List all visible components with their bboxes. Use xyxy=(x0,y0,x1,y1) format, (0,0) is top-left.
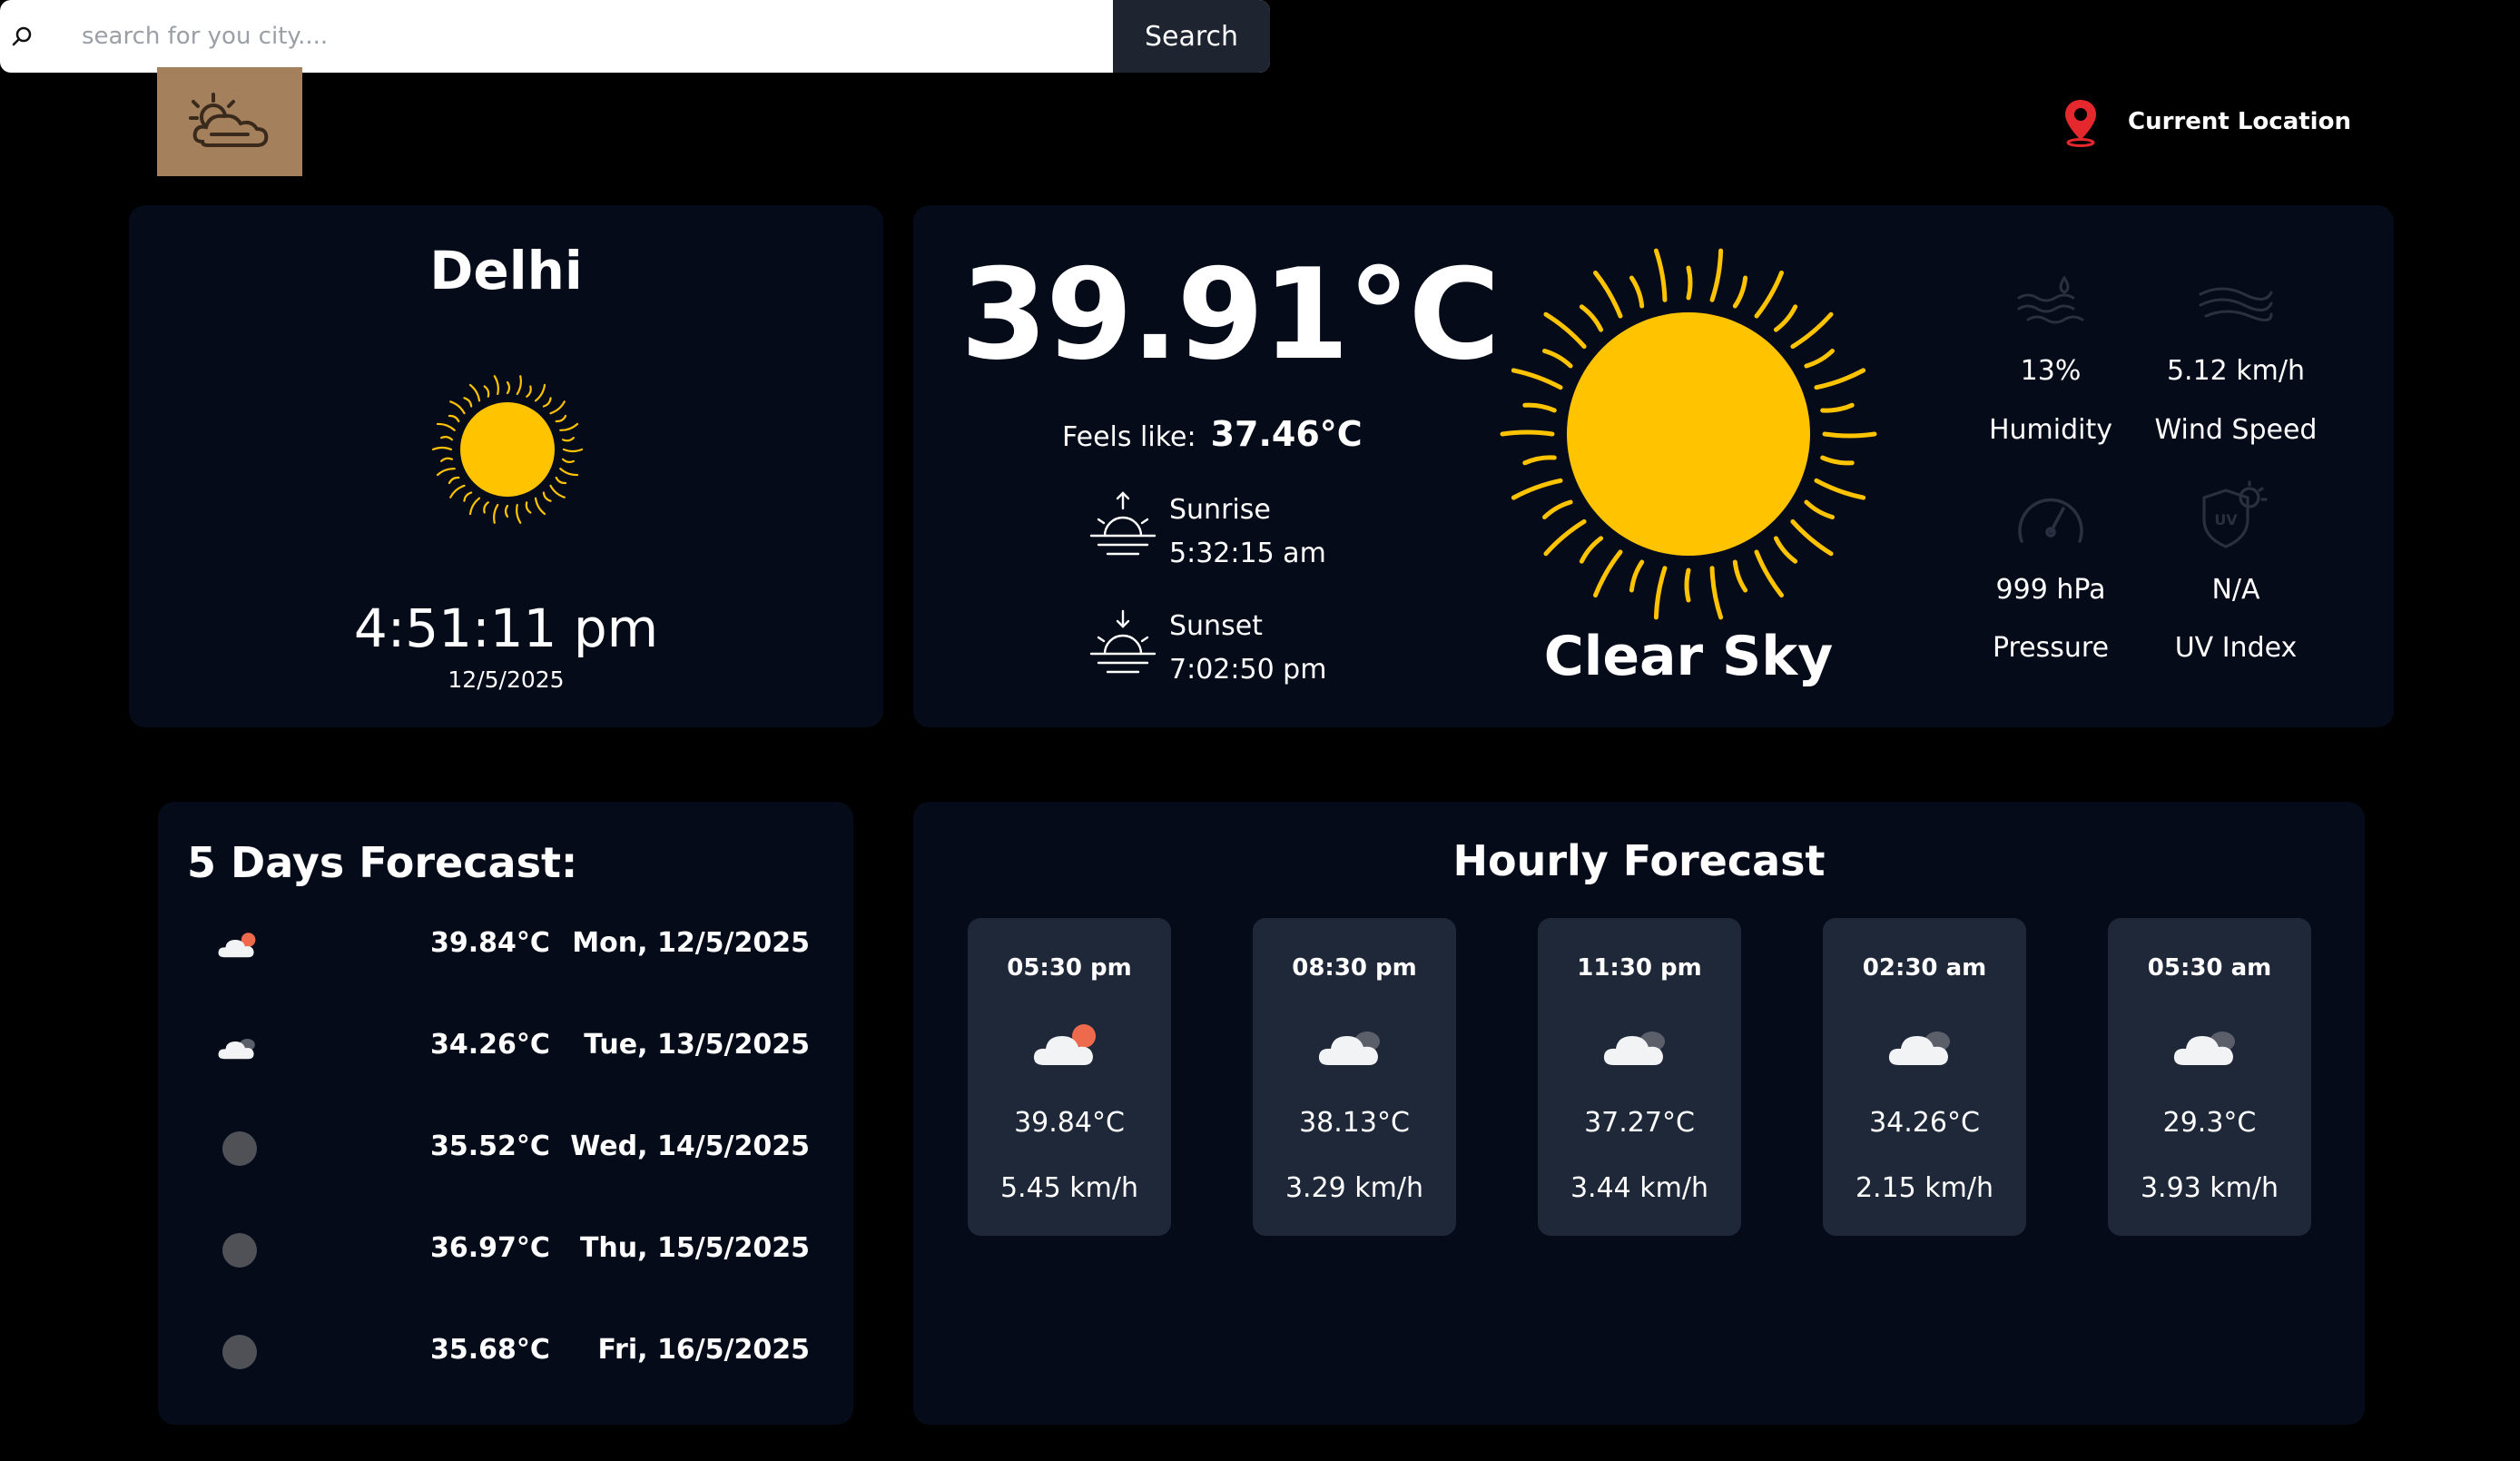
current-location-label: Current Location xyxy=(2128,108,2351,135)
hourly-wind: 5.45 km/h xyxy=(999,1172,1139,1204)
wind-icon xyxy=(2199,287,2273,321)
moon-icon xyxy=(212,1334,267,1370)
cloud-icon xyxy=(1879,1018,1970,1072)
forecast-day-row: 35.68°C Fri, 16/5/2025 xyxy=(158,1325,853,1379)
forecast-day-date: Thu, 15/5/2025 xyxy=(579,1232,810,1264)
sunrise-info: Sunrise 5:32:15 am xyxy=(1169,489,1326,576)
forecast-day-row: 34.26°C Tue, 13/5/2025 xyxy=(158,1020,853,1074)
wind-speed-label: Wind Speed xyxy=(2154,414,2318,446)
humidity-value: 13% xyxy=(2020,355,2082,387)
pressure-label: Pressure xyxy=(1992,632,2110,664)
hourly-forecast-item: 02:30 am 34.26°C 2.15 km/h xyxy=(1823,918,2026,1236)
forecast-day-row: 36.97°C Thu, 15/5/2025 xyxy=(158,1223,853,1278)
cloud-sun-icon xyxy=(1024,1018,1115,1072)
pressure-value: 999 hPa xyxy=(1995,574,2106,606)
cloud-icon xyxy=(1309,1018,1400,1072)
search-icon[interactable] xyxy=(0,0,45,73)
hourly-time: 08:30 pm xyxy=(1292,954,1417,982)
humidity-icon xyxy=(2017,275,2084,324)
uv-index-label: UV Index xyxy=(2174,632,2298,664)
hourly-wind: 3.93 km/h xyxy=(2140,1172,2279,1204)
pressure-gauge-icon xyxy=(2018,498,2083,543)
sunrise-label: Sunrise xyxy=(1169,494,1271,526)
hourly-wind: 2.15 km/h xyxy=(1855,1172,1994,1204)
sunrise-icon xyxy=(1089,491,1157,556)
hourly-temp: 39.84°C xyxy=(1014,1107,1125,1139)
hourly-temp: 34.26°C xyxy=(1869,1107,1980,1139)
feels-like-value: 37.46°C xyxy=(1210,414,1363,454)
local-time: 4:51:11 pm xyxy=(353,597,659,659)
hourly-wind: 3.29 km/h xyxy=(1285,1172,1424,1204)
hourly-time: 05:30 pm xyxy=(1007,954,1132,982)
weather-condition: Clear Sky xyxy=(1543,625,1834,688)
moon-icon xyxy=(212,1232,267,1269)
search-button[interactable]: Search xyxy=(1113,0,1270,73)
cloud-icon xyxy=(2164,1018,2255,1072)
clear-sky-sun-icon xyxy=(1500,248,1877,620)
local-date: 12/5/2025 xyxy=(448,666,565,693)
hourly-forecast-title: Hourly Forecast xyxy=(1452,836,1826,885)
hourly-temp: 38.13°C xyxy=(1299,1107,1410,1139)
feels-like-label: Feels like: xyxy=(1062,421,1196,453)
city-name: Delhi xyxy=(429,240,583,301)
five-day-forecast-card: 5 Days Forecast: 39.84°C Mon, 12/5/2025 34… xyxy=(158,802,853,1425)
sun-icon xyxy=(431,375,584,524)
forecast-day-date: Wed, 14/5/2025 xyxy=(570,1130,810,1162)
sunset-label: Sunset xyxy=(1169,610,1263,642)
search-input[interactable] xyxy=(45,0,1113,73)
hourly-forecast-item: 05:30 am 29.3°C 3.93 km/h xyxy=(2108,918,2311,1236)
forecast-day-date: Tue, 13/5/2025 xyxy=(584,1029,810,1061)
sunset-time: 7:02:50 pm xyxy=(1169,654,1327,686)
hourly-temp: 29.3°C xyxy=(2162,1107,2257,1139)
hourly-time: 05:30 am xyxy=(2147,954,2272,982)
wind-speed-value: 5.12 km/h xyxy=(2166,355,2306,387)
forecast-day-row: 35.52°C Wed, 14/5/2025 xyxy=(158,1121,853,1176)
humidity-label: Humidity xyxy=(1988,414,2113,446)
hourly-forecast-card: Hourly Forecast 05:30 pm 39.84°C 5.45 km/h… xyxy=(913,802,2365,1425)
cloud-sun-logo-icon xyxy=(189,93,269,147)
forecast-day-date: Mon, 12/5/2025 xyxy=(572,927,810,959)
sunrise-time: 5:32:15 am xyxy=(1169,538,1326,569)
cloud-icon xyxy=(212,1029,267,1065)
feels-like: Feels like: 37.46°C xyxy=(1062,414,1363,454)
current-temperature: 39.91°C xyxy=(960,242,1501,388)
five-day-forecast-title: 5 Days Forecast: xyxy=(187,838,578,887)
forecast-day-date: Fri, 16/5/2025 xyxy=(597,1334,810,1366)
cloud-icon xyxy=(1594,1018,1685,1072)
search-bar: Search xyxy=(0,0,1270,73)
svg-text:UV: UV xyxy=(2214,511,2238,528)
uv-index-value: N/A xyxy=(2211,574,2260,606)
current-location-button[interactable]: Current Location xyxy=(2061,94,2351,149)
hourly-forecast-item: 08:30 pm 38.13°C 3.29 km/h xyxy=(1253,918,1456,1236)
app-logo xyxy=(157,67,302,176)
hourly-forecast-item: 11:30 pm 37.27°C 3.44 km/h xyxy=(1538,918,1741,1236)
hourly-time: 02:30 am xyxy=(1862,954,1987,982)
city-card: Delhi 4:51:11 pm 12/5/2025 xyxy=(129,205,883,727)
location-pin-icon xyxy=(2065,100,2096,147)
current-weather-card: 39.91°C Feels like: 37.46°C Sunrise 5:32… xyxy=(913,205,2394,727)
forecast-day-row: 39.84°C Mon, 12/5/2025 xyxy=(158,918,853,972)
cloud-sun-icon xyxy=(212,927,267,963)
moon-icon xyxy=(212,1130,267,1167)
hourly-forecast-item: 05:30 pm 39.84°C 5.45 km/h xyxy=(968,918,1171,1236)
hourly-wind: 3.44 km/h xyxy=(1570,1172,1709,1204)
hourly-time: 11:30 pm xyxy=(1577,954,1702,982)
uv-index-icon: UV xyxy=(2202,480,2268,548)
sunset-info: Sunset 7:02:50 pm xyxy=(1169,605,1326,692)
hourly-temp: 37.27°C xyxy=(1584,1107,1695,1139)
sunset-icon xyxy=(1089,609,1157,674)
